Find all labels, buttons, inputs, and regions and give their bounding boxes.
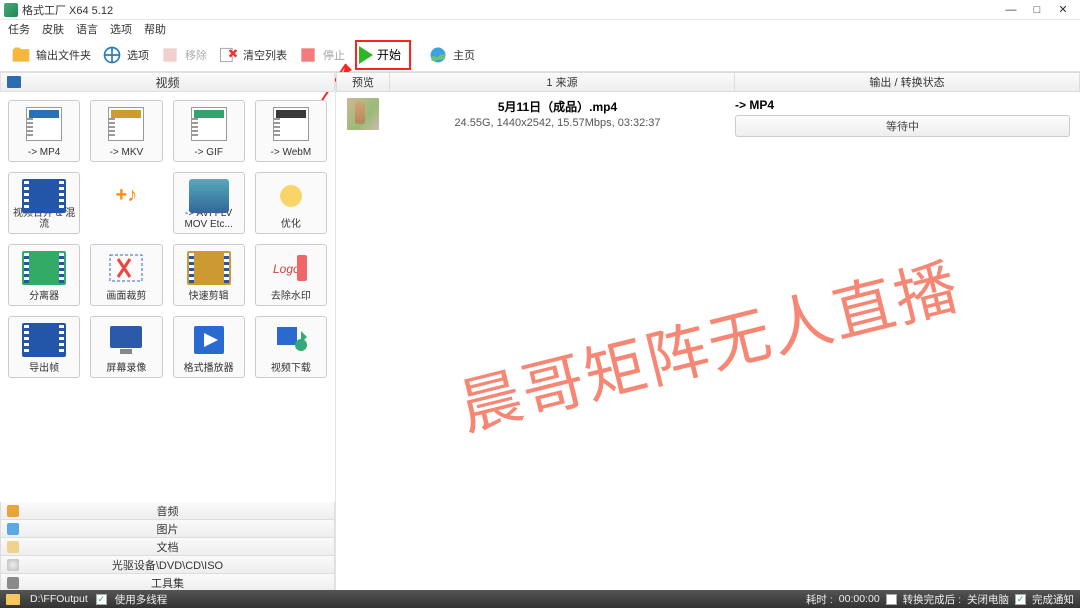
app-icon [4,3,18,17]
format-remove-watermark[interactable]: Logo去除水印 [255,244,327,306]
after-label: 转换完成后 : [903,592,961,607]
start-label: 开始 [377,46,401,63]
output-path[interactable]: D:\FFOutput [30,593,88,605]
task-source: 5月11日（成品）.mp4 24.55G, 1440x2542, 15.57Mb… [390,96,725,129]
category-tabs: 音频 图片 文档 光驱设备\DVD\CD\ISO 工具集 [0,502,335,592]
remove-button[interactable]: 移除 [155,41,211,69]
close-button[interactable]: ✕ [1050,1,1076,19]
right-panel: 预览 1 来源 输出 / 转换状态 5月11日（成品）.mp4 24.55G, … [336,72,1080,592]
picture-icon [7,523,19,535]
menu-skin[interactable]: 皮肤 [42,21,64,37]
left-panel: 视频 MP4-> MP4 MKV-> MKV GIF-> GIF WebM-> … [0,72,336,592]
globe-icon [427,44,449,66]
folder-icon [10,44,32,66]
remove-label: 移除 [185,47,207,63]
stop-button[interactable]: 停止 [293,41,349,69]
output-folder-button[interactable]: 输出文件夹 [6,41,95,69]
output-folder-label: 输出文件夹 [36,47,91,63]
options-label: 选项 [127,47,149,63]
tools-icon [7,577,19,589]
video-category-header[interactable]: 视频 [0,72,335,92]
after-action-checkbox[interactable]: ✓ [886,594,897,605]
format-merge[interactable]: 视频合并 & 混流 [8,172,80,234]
multithread-checkbox[interactable]: ✓ [96,594,107,605]
col-source[interactable]: 1 来源 [390,72,735,92]
window-title: 格式工厂 X64 5.12 [22,2,998,18]
format-plus[interactable]: +♪ [90,172,162,234]
cat-doc[interactable]: 文档 [0,538,335,556]
window-controls: — □ ✕ [998,1,1076,19]
format-avi-etc[interactable]: -> AVI FLV MOV Etc... [173,172,245,234]
elapsed-value: 00:00:00 [839,593,880,605]
format-grid: MP4-> MP4 MKV-> MKV GIF-> GIF WebM-> Web… [0,92,335,502]
video-icon [7,76,21,88]
home-button[interactable]: 主页 [423,41,479,69]
format-mp4[interactable]: MP4-> MP4 [8,100,80,162]
menu-options[interactable]: 选项 [110,21,132,37]
task-filename: 5月11日（成品）.mp4 [390,98,725,115]
format-quick-trim[interactable]: 快速剪辑 [173,244,245,306]
start-button[interactable]: 开始 [355,40,411,70]
notify-checkbox[interactable]: ✓ [1015,594,1026,605]
watermark-text: 晨哥矩阵无人直播 [449,237,968,448]
cat-audio[interactable]: 音频 [0,502,335,520]
clear-label: 清空列表 [243,47,287,63]
format-crop[interactable]: 画面裁剪 [90,244,162,306]
home-label: 主页 [453,47,475,63]
doc-icon [7,541,19,553]
multithread-label: 使用多线程 [115,592,168,607]
task-output: -> MP4 等待中 [725,96,1080,139]
main-area: 视频 MP4-> MP4 MKV-> MKV GIF-> GIF WebM-> … [0,72,1080,592]
cat-disc[interactable]: 光驱设备\DVD\CD\ISO [0,556,335,574]
menu-bar: 任务 皮肤 语言 选项 帮助 [0,20,1080,38]
clear-list-button[interactable]: 清空列表 [213,41,291,69]
task-row[interactable]: 5月11日（成品）.mp4 24.55G, 1440x2542, 15.57Mb… [336,92,1080,143]
format-mkv[interactable]: MKV-> MKV [90,100,162,162]
task-output-format: -> MP4 [735,98,1070,112]
remove-icon [159,44,181,66]
toolbar: 输出文件夹 选项 移除 清空列表 停止 开始 主页 [0,38,1080,72]
col-preview[interactable]: 预览 [336,72,390,92]
play-icon [359,46,373,64]
title-bar: 格式工厂 X64 5.12 — □ ✕ [0,0,1080,20]
format-export-frame[interactable]: 导出帧 [8,316,80,378]
stop-icon [297,44,319,66]
status-folder-icon[interactable] [6,594,20,605]
maximize-button[interactable]: □ [1024,1,1050,19]
task-status: 等待中 [735,115,1070,137]
menu-help[interactable]: 帮助 [144,21,166,37]
options-button[interactable]: 选项 [97,41,153,69]
disc-icon [7,559,19,571]
format-demux[interactable]: 分离器 [8,244,80,306]
status-bar: D:\FFOutput ✓ 使用多线程 耗时 : 00:00:00 ✓ 转换完成… [0,590,1080,608]
svg-text:Logo: Logo [273,262,300,276]
format-optimize[interactable]: 优化 [255,172,327,234]
minimize-button[interactable]: — [998,1,1024,19]
menu-lang[interactable]: 语言 [76,21,98,37]
clear-icon [217,44,239,66]
stop-label: 停止 [323,47,345,63]
task-thumbnail [336,96,390,132]
format-gif[interactable]: GIF-> GIF [173,100,245,162]
elapsed-label: 耗时 : [806,592,833,607]
format-download[interactable]: 视频下载 [255,316,327,378]
column-headers: 预览 1 来源 输出 / 转换状态 [336,72,1080,92]
format-screen-record[interactable]: 屏幕录像 [90,316,162,378]
video-category-label: 视频 [155,74,179,91]
format-player[interactable]: 格式播放器 [173,316,245,378]
options-icon [101,44,123,66]
col-output[interactable]: 输出 / 转换状态 [735,72,1080,92]
notify-label: 完成通知 [1032,592,1074,607]
shutdown-label: 关闭电脑 [967,592,1009,607]
cat-image[interactable]: 图片 [0,520,335,538]
task-meta: 24.55G, 1440x2542, 15.57Mbps, 03:32:37 [390,117,725,129]
menu-task[interactable]: 任务 [8,21,30,37]
format-webm[interactable]: WebM-> WebM [255,100,327,162]
audio-icon [7,505,19,517]
